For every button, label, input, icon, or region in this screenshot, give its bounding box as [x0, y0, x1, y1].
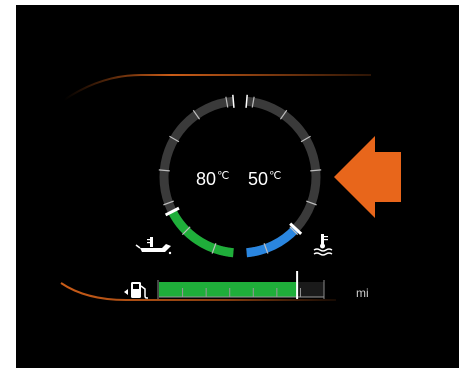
- screenshot: 80 ℃ 50 ℃ mi: [0, 0, 465, 381]
- fuel-unit-label: mi: [356, 286, 369, 300]
- oil-can-thermometer-icon: [135, 237, 172, 255]
- instrument-cluster-panel: 80 ℃ 50 ℃ mi: [16, 5, 459, 368]
- gauge-fill-group: [168, 209, 299, 258]
- oil-gauge-fill: [168, 209, 234, 258]
- fuel-pump-icon: [124, 282, 148, 299]
- arrow-left-icon: [334, 136, 401, 218]
- accent-line-top: [63, 74, 371, 101]
- fuel-level-bar: [159, 282, 324, 297]
- coolant-temp-value: 50: [248, 169, 268, 189]
- cluster-svg: 80 ℃ 50 ℃ mi: [60, 74, 401, 301]
- oil-temp-value: 80: [196, 169, 216, 189]
- coolant-gauge-fill: [246, 225, 299, 258]
- coolant-thermometer-icon: [313, 234, 333, 256]
- coolant-temp-unit: ℃: [269, 170, 281, 182]
- oil-temp-unit: ℃: [217, 170, 229, 182]
